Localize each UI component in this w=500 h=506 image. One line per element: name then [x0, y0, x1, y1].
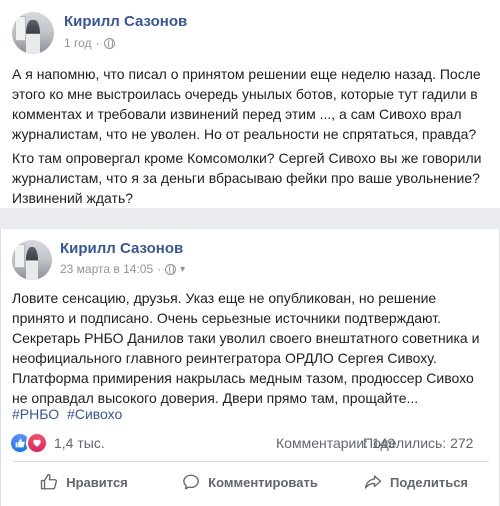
avatar[interactable] — [12, 240, 52, 280]
post-paragraph: А я напомню, что писал о принятом решени… — [12, 66, 481, 142]
share-label: Поделиться — [389, 474, 469, 490]
reactions-count: 1,4 тыс. — [54, 435, 105, 451]
globe-icon[interactable] — [165, 263, 177, 275]
hashtag-link[interactable]: #РНБО — [12, 406, 59, 422]
reactions-summary[interactable]: 1,4 тыс. — [9, 432, 105, 454]
shares-count[interactable]: Поделились: 272 — [363, 435, 473, 451]
globe-icon[interactable] — [103, 37, 115, 49]
comment-label: Комментировать — [208, 474, 318, 490]
hashtag-link[interactable]: #Сивохо — [67, 406, 122, 422]
chevron-down-icon[interactable]: ▾ — [180, 264, 185, 275]
post-text: А я напомню, что писал о принятом решени… — [12, 64, 490, 208]
post-time[interactable]: 1 год — [64, 36, 92, 50]
thumbs-up-icon — [41, 473, 58, 490]
hashtags: #РНБО #Сивохо — [12, 406, 126, 422]
share-icon — [364, 475, 382, 489]
share-button[interactable]: Поделиться — [333, 462, 499, 502]
post-meta: 1 год · — [64, 36, 115, 50]
author-name[interactable]: Кирилл Сазонов — [64, 13, 187, 30]
action-bar: Нравится Комментировать Поделиться — [1, 462, 499, 502]
author-name[interactable]: Кирилл Сазонов — [60, 240, 183, 257]
original-post: Кирилл Сазонов 23 марта в 14:05 · ▾ Лови… — [0, 229, 500, 506]
post-meta: 23 марта в 14:05 · ▾ — [60, 262, 186, 276]
post-time[interactable]: 23 марта в 14:05 — [60, 262, 153, 276]
heart-icon — [26, 432, 48, 454]
avatar[interactable] — [12, 12, 54, 54]
feed-divider — [0, 208, 500, 229]
shared-post: Кирилл Сазонов 1 год · А я напомню, что … — [0, 0, 500, 208]
post-paragraph: Кто там опровергал кроме Комсомолки? Сер… — [12, 150, 482, 206]
like-button[interactable]: Нравится — [1, 462, 167, 502]
like-label: Нравится — [66, 474, 128, 490]
comment-icon — [183, 474, 199, 490]
comment-button[interactable]: Комментировать — [167, 462, 333, 502]
post-text: Ловите сенсацию, друзья. Указ еще не опу… — [12, 290, 480, 406]
